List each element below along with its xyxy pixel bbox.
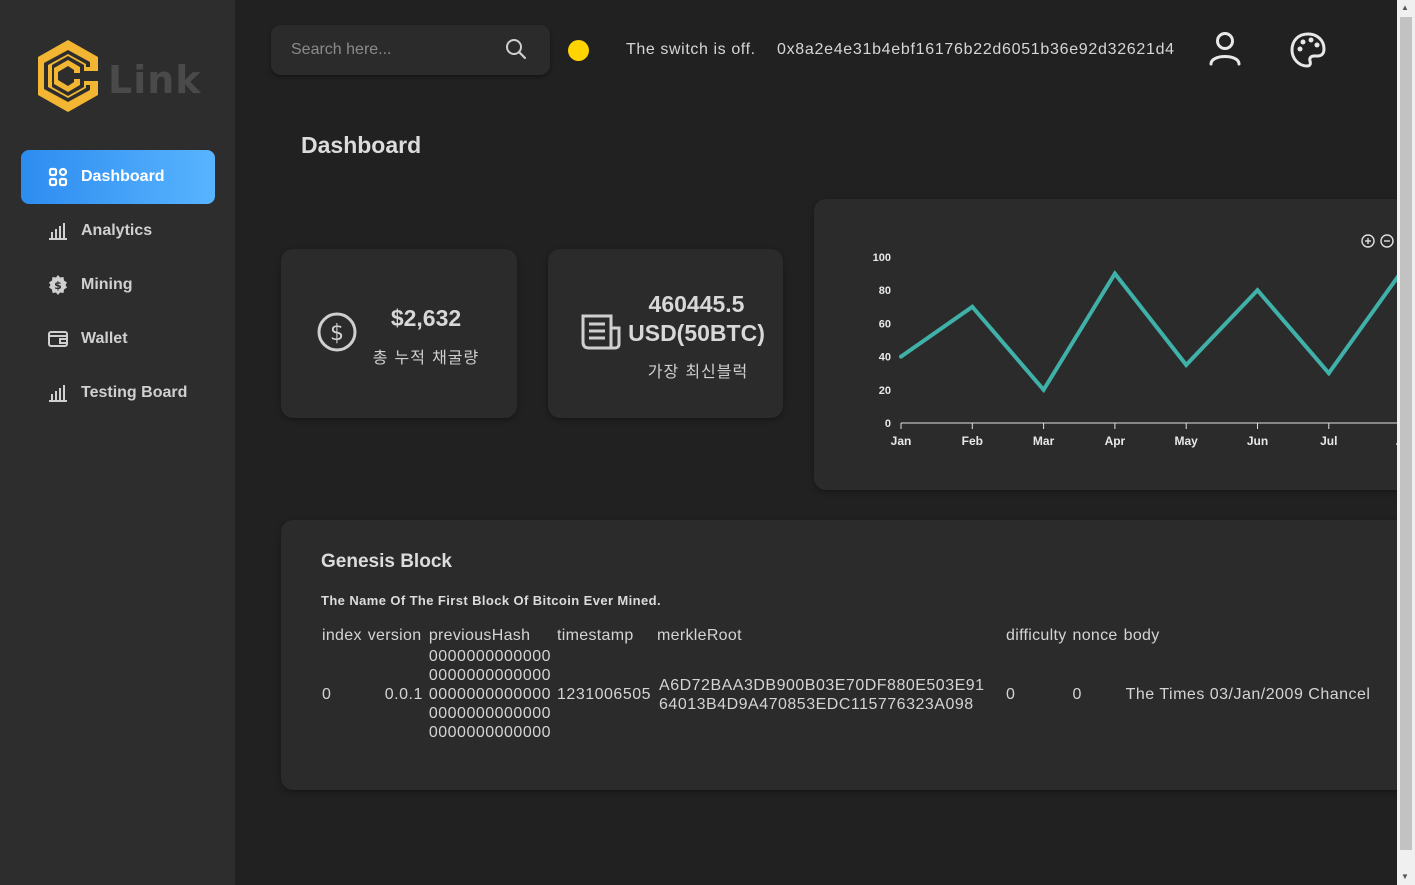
sidebar-item-wallet[interactable]: Wallet — [21, 312, 215, 366]
zoom-in-icon[interactable] — [1361, 234, 1375, 248]
scroll-down-icon[interactable]: ▼ — [1401, 872, 1409, 881]
switch-status-text: The switch is off. — [626, 41, 756, 58]
stat-label: 가장 최신블럭 — [647, 362, 749, 381]
bar-chart-icon — [47, 220, 69, 242]
wallet-address: 0x8a2e4e31b4ebf16176b22d6051b36e92d32621… — [777, 41, 1175, 58]
switch-status-dot[interactable] — [568, 40, 589, 61]
y-tick-label: 100 — [873, 252, 891, 264]
column-header: timestamp — [557, 627, 634, 644]
y-tick-label: 20 — [879, 385, 891, 397]
x-tick-label: Apr — [1105, 434, 1126, 448]
zoom-controls — [1361, 234, 1394, 248]
column-header: version — [367, 627, 422, 644]
sidebar-item-testing-board[interactable]: Testing Board — [21, 366, 215, 420]
cell-version: 0.0.1 — [384, 685, 423, 703]
sidebar-item-label: Wallet — [81, 330, 128, 347]
table-header-row: index version previousHash timestamp mer… — [319, 625, 1373, 647]
x-tick-label: Feb — [962, 434, 983, 448]
hash-line: 64013B4D9A470853EDC115776323A098 — [659, 695, 974, 713]
logo-hexagon-icon — [38, 40, 98, 112]
sidebar-item-label: Analytics — [81, 222, 153, 239]
data-point[interactable] — [970, 304, 975, 309]
data-point[interactable] — [899, 354, 903, 359]
scrollbar-thumb[interactable] — [1400, 17, 1412, 850]
svg-text:$: $ — [54, 279, 62, 292]
column-header: previousHash — [428, 627, 531, 644]
cell-merkle-root: A6D72BAA3DB900B03E70DF880E503E91 64013B4… — [654, 647, 1003, 742]
y-tick-label: 60 — [879, 318, 891, 330]
hash-line: 0000000000000 — [428, 724, 552, 741]
zoom-out-icon[interactable] — [1380, 234, 1394, 248]
hash-line: 0000000000000 — [428, 667, 552, 684]
y-tick-label: 40 — [879, 352, 891, 364]
svg-text:$: $ — [330, 321, 344, 346]
brand-name: Link — [108, 58, 202, 102]
cell-nonce: 0 — [1072, 685, 1082, 703]
cell-body: The Times 03/Jan/2009 Chancel — [1125, 685, 1371, 703]
vertical-scrollbar[interactable]: ▲ ▼ — [1397, 0, 1415, 885]
cell-timestamp: 1231006505 — [557, 685, 652, 703]
column-header: difficulty — [1006, 627, 1067, 644]
genesis-table: index version previousHash timestamp mer… — [319, 625, 1373, 742]
search-icon[interactable] — [505, 38, 527, 60]
table-row: 0 0.0.1 0000000000000 0000000000000 0000… — [319, 647, 1373, 742]
data-point[interactable] — [1326, 371, 1331, 376]
stat-card-total-mined: $ $2,632 총 누적 채굴량 — [281, 249, 517, 418]
cell-previous-hash: 0000000000000 0000000000000 000000000000… — [426, 647, 554, 742]
data-point[interactable] — [1184, 362, 1189, 367]
sidebar-item-label: Mining — [81, 276, 133, 293]
palette-icon[interactable] — [1289, 31, 1327, 69]
sidebar-item-mining[interactable]: $ Mining — [21, 258, 215, 312]
brand-logo[interactable]: Link — [34, 36, 204, 116]
page-title: Dashboard — [301, 132, 422, 158]
y-tick-label: 0 — [885, 418, 891, 430]
dollar-circle-icon: $ — [317, 312, 357, 352]
sidebar-item-label: Testing Board — [81, 384, 188, 401]
news-icon — [581, 314, 621, 350]
genesis-subtitle: The Name Of The First Block Of Bitcoin E… — [321, 593, 661, 608]
cell-index: 0 — [322, 685, 332, 703]
hash-line: 0000000000000 — [428, 686, 552, 703]
gear-dollar-icon: $ — [47, 274, 69, 296]
x-tick-label: Mar — [1033, 434, 1055, 448]
data-point[interactable] — [1112, 271, 1117, 276]
stat-label: 총 누적 채굴량 — [372, 348, 480, 367]
stat-value-unit: USD(50BTC) — [628, 320, 765, 346]
column-header: nonce — [1072, 627, 1118, 644]
sidebar-item-label: Dashboard — [81, 168, 165, 185]
x-tick-label: Jan — [891, 434, 912, 448]
hash-line: 0000000000000 — [428, 705, 552, 722]
column-header: index — [322, 627, 362, 644]
grid-icon — [47, 166, 69, 188]
cell-difficulty: 0 — [1006, 685, 1016, 703]
stat-value: $2,632 — [390, 305, 462, 331]
x-tick-label: Jul — [1320, 434, 1337, 448]
chart-card: 020406080100JanFebMarAprMayJunJulA — [814, 199, 1414, 490]
wallet-icon — [47, 328, 69, 350]
genesis-block-card: Genesis Block The Name Of The First Bloc… — [281, 520, 1415, 790]
bar-chart-icon — [47, 382, 69, 404]
scroll-up-icon[interactable]: ▲ — [1401, 3, 1409, 12]
sidebar-nav: Dashboard Analytics $ Mining Wallet Test… — [21, 150, 215, 420]
user-icon[interactable] — [1208, 31, 1242, 67]
search-input[interactable] — [291, 38, 511, 62]
stat-value: 460445.5 — [648, 291, 745, 317]
column-header: merkleRoot — [657, 627, 742, 644]
sidebar: Link Dashboard Analytics $ Mining Wallet — [0, 0, 235, 885]
series-line[interactable] — [899, 270, 1402, 394]
hash-line: A6D72BAA3DB900B03E70DF880E503E91 — [659, 676, 985, 694]
y-tick-label: 80 — [879, 285, 891, 297]
line-chart[interactable]: 020406080100JanFebMarAprMayJunJulA — [814, 199, 1414, 490]
data-point[interactable] — [1255, 288, 1260, 293]
hash-line: 0000000000000 — [428, 648, 552, 665]
column-header: body — [1123, 627, 1160, 644]
x-tick-label: Jun — [1247, 434, 1268, 448]
sidebar-item-dashboard[interactable]: Dashboard — [21, 150, 215, 204]
x-tick-label: May — [1175, 434, 1199, 448]
genesis-title: Genesis Block — [321, 551, 452, 572]
stat-card-latest-block: 460445.5 USD(50BTC) 가장 최신블럭 — [548, 249, 783, 418]
sidebar-item-analytics[interactable]: Analytics — [21, 204, 215, 258]
data-point[interactable] — [1041, 387, 1046, 392]
